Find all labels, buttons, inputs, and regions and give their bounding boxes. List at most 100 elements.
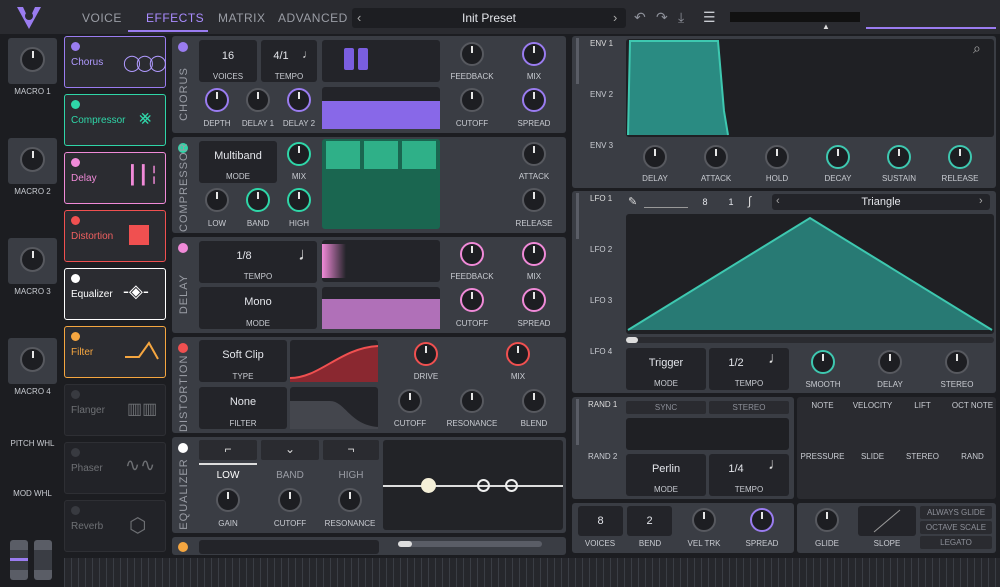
rand-2-tab[interactable]: RAND 2	[588, 452, 617, 461]
preset-next-icon[interactable]: ›	[613, 10, 617, 25]
fx-phaser[interactable]: Phaser ∿∿	[64, 442, 166, 494]
save-icon[interactable]: ⤓	[678, 9, 684, 26]
macro-3-knob-panel[interactable]	[8, 238, 57, 284]
mod-velocity[interactable]: VELOCITY	[848, 401, 897, 410]
lfo-note-icon[interactable]: ♩	[768, 350, 784, 368]
lfo-scrollbar[interactable]	[626, 337, 994, 343]
eq-high-shape-button[interactable]: ¬	[323, 440, 379, 460]
mod-wheel[interactable]	[34, 540, 52, 580]
delay-cutoff-knob[interactable]	[460, 288, 484, 312]
env-hold-knob[interactable]	[765, 145, 789, 169]
macro-4-knob[interactable]	[20, 347, 45, 372]
chorus-delay2-knob[interactable]	[287, 88, 311, 112]
eq-low-shape-button[interactable]: ⌐	[199, 440, 257, 460]
lfo-1-tab[interactable]: LFO 1	[590, 194, 612, 203]
zoom-icon[interactable]: ⌕	[973, 40, 981, 57]
lfo-shape-next-icon[interactable]: ›	[979, 195, 983, 207]
redo-icon[interactable]: ↷	[656, 9, 668, 26]
chorus-spread-knob[interactable]	[522, 88, 546, 112]
macro-4-knob-panel[interactable]	[8, 338, 57, 384]
undo-icon[interactable]: ↶	[634, 9, 646, 26]
distortion-power-dot[interactable]	[178, 343, 188, 353]
mod-pressure[interactable]: PRESSURE	[798, 452, 847, 461]
glide-knob[interactable]	[815, 508, 839, 532]
eq-low-handle[interactable]	[421, 478, 436, 493]
macro-3-knob[interactable]	[20, 247, 45, 272]
chorus-depth-knob[interactable]	[205, 88, 229, 112]
lfo-delay-knob[interactable]	[878, 350, 902, 374]
delay-spread-knob[interactable]	[522, 288, 546, 312]
lfo-shape-preview[interactable]	[644, 196, 688, 208]
eq-resonance-knob[interactable]	[338, 488, 362, 512]
env-1-tab[interactable]: ENV 1	[590, 39, 613, 48]
tab-matrix[interactable]: MATRIX	[218, 11, 265, 25]
macro-1-knob[interactable]	[20, 47, 45, 72]
fx-equalizer[interactable]: Equalizer -◈-	[64, 268, 166, 320]
tab-advanced[interactable]: ADVANCED	[278, 11, 348, 25]
octave-scale-button[interactable]: OCTAVE SCALE	[920, 521, 992, 534]
chorus-delay1-knob[interactable]	[246, 88, 270, 112]
fx-chorus[interactable]: Chorus ◯◯◯	[64, 36, 167, 88]
rand-sync-button[interactable]: SYNC	[626, 401, 706, 414]
eq-low-label[interactable]: LOW	[199, 470, 257, 481]
lfo-num[interactable]: 8	[698, 197, 712, 207]
lfo-den[interactable]: 1	[724, 197, 738, 207]
legato-button[interactable]: LEGATO	[920, 536, 992, 549]
mod-lift[interactable]: LIFT	[898, 401, 947, 410]
dist-mix-knob[interactable]	[506, 342, 530, 366]
comp-band-knob[interactable]	[246, 188, 270, 212]
macro-2-knob-panel[interactable]	[8, 138, 57, 184]
fx-reverb[interactable]: Reverb ⬡	[64, 500, 166, 552]
comp-high-knob[interactable]	[287, 188, 311, 212]
comp-attack-knob[interactable]	[522, 142, 546, 166]
dist-cutoff-knob[interactable]	[398, 389, 422, 413]
env-2-tab[interactable]: ENV 2	[590, 90, 613, 99]
chorus-power-dot[interactable]	[178, 42, 188, 52]
rand-stereo-button[interactable]: STEREO	[709, 401, 789, 414]
spread-knob[interactable]	[750, 508, 774, 532]
env-release-knob[interactable]	[948, 145, 972, 169]
veltrk-knob[interactable]	[692, 508, 716, 532]
chorus-mix-knob[interactable]	[522, 42, 546, 66]
filter-power-dot[interactable]	[178, 542, 188, 552]
lfo-3-tab[interactable]: LFO 3	[590, 296, 612, 305]
delay-feedback-knob[interactable]	[460, 242, 484, 266]
eq-cutoff-knob[interactable]	[278, 488, 302, 512]
dist-blend-knob[interactable]	[522, 389, 546, 413]
rand-note-icon[interactable]: ♩	[768, 456, 784, 474]
delay-mix-knob[interactable]	[522, 242, 546, 266]
macro-1-knob-panel[interactable]	[8, 38, 57, 84]
comp-release-knob[interactable]	[522, 188, 546, 212]
tab-effects[interactable]: EFFECTS	[146, 11, 204, 25]
mod-oct-note[interactable]: OCT NOTE	[948, 401, 997, 410]
lfo-2-tab[interactable]: LFO 2	[590, 245, 612, 254]
filter-scroll[interactable]	[398, 541, 542, 547]
env-delay-knob[interactable]	[643, 145, 667, 169]
eq-band-shape-button[interactable]: ⌄	[261, 440, 319, 460]
tab-voice[interactable]: VOICE	[82, 11, 122, 25]
eq-graph[interactable]	[383, 440, 563, 530]
pencil-icon[interactable]: ✎	[628, 195, 637, 208]
delay-note-icon[interactable]: ♩	[298, 244, 316, 265]
env-decay-knob[interactable]	[826, 145, 850, 169]
chorus-cutoff-knob[interactable]	[460, 88, 484, 112]
eq-band-handle[interactable]	[477, 479, 490, 492]
eq-high-handle[interactable]	[505, 479, 518, 492]
mod-slide[interactable]: SLIDE	[848, 452, 897, 461]
fx-delay[interactable]: Delay ┃┃╎	[64, 152, 166, 204]
env-graph[interactable]	[626, 39, 994, 137]
rand-1-tab[interactable]: RAND 1	[588, 400, 617, 409]
fx-distortion[interactable]: Distortion	[64, 210, 166, 262]
dist-resonance-knob[interactable]	[460, 389, 484, 413]
env-3-tab[interactable]: ENV 3	[590, 141, 613, 150]
equalizer-power-dot[interactable]	[178, 443, 188, 453]
eq-band-label[interactable]: BAND	[261, 470, 319, 481]
comp-low-knob[interactable]	[205, 188, 229, 212]
fx-filter[interactable]: Filter	[64, 326, 166, 378]
comp-mix-knob[interactable]	[287, 142, 311, 166]
keyboard[interactable]	[64, 558, 1000, 587]
mod-note[interactable]: NOTE	[798, 401, 847, 410]
menu-icon[interactable]: ☰	[703, 9, 716, 26]
pitch-wheel[interactable]	[10, 540, 28, 580]
eq-gain-knob[interactable]	[216, 488, 240, 512]
